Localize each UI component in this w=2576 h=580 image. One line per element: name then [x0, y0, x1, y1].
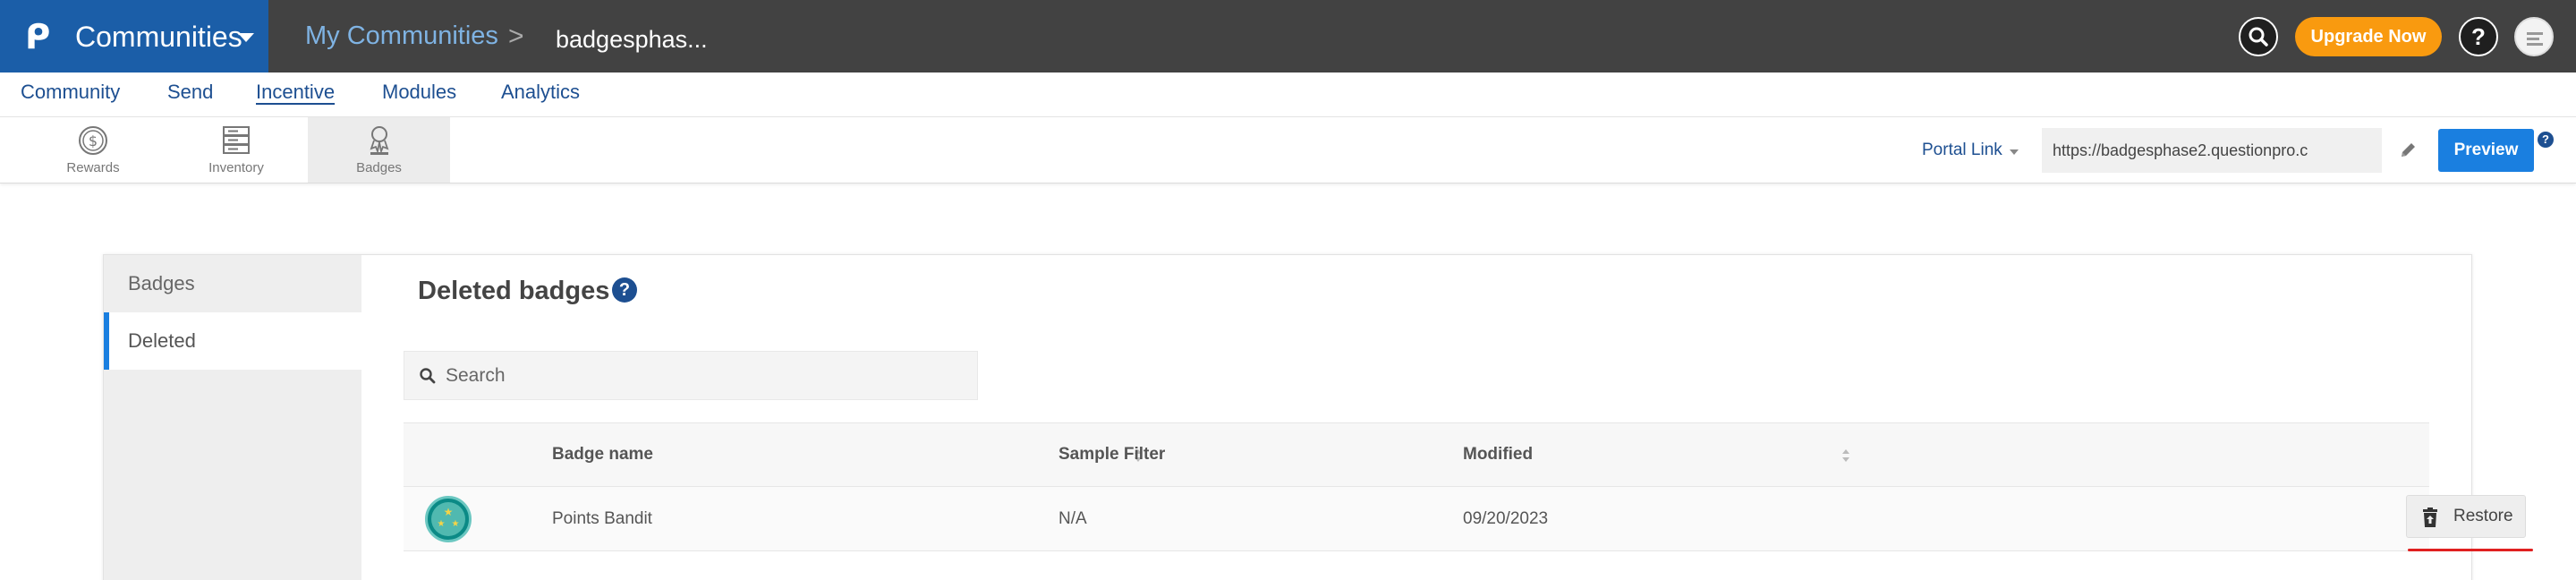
nav-modules[interactable]: Modules — [382, 72, 456, 112]
inventory-icon — [223, 126, 250, 154]
dollar-coin-icon: $ — [79, 126, 107, 155]
main-nav: Community Send Incentive Modules Analyti… — [0, 72, 2576, 117]
search-input[interactable] — [446, 352, 965, 399]
sidebar-item-badges[interactable]: Badges — [104, 255, 361, 312]
search-icon — [420, 368, 436, 384]
column-modified[interactable]: Modified — [1463, 423, 1533, 486]
restore-button[interactable]: Restore — [2406, 495, 2526, 538]
sort-icon[interactable] — [1841, 448, 1850, 463]
badges-sidebar: Badges Deleted — [104, 255, 361, 580]
svg-text:$: $ — [89, 132, 98, 149]
restore-label: Restore — [2453, 507, 2513, 525]
nav-analytics[interactable]: Analytics — [501, 72, 580, 112]
portal-url-field[interactable]: https://badgesphase2.questionpro.c — [2042, 128, 2382, 173]
preview-button[interactable]: Preview — [2438, 129, 2534, 172]
incentive-toolbar: $ Rewards Inventory Badges Portal Link h… — [0, 117, 2576, 183]
table-row: ★ ★ ★ Points Bandit N/A 09/20/2023 Resto… — [404, 487, 2533, 551]
tab-rewards-label: Rewards — [66, 160, 120, 175]
nav-community[interactable]: Community — [21, 72, 120, 112]
pencil-icon[interactable] — [2398, 141, 2418, 160]
breadcrumb-my-communities[interactable]: My Communities — [305, 0, 498, 72]
app-switcher[interactable]: ᑭ Communities — [0, 0, 268, 72]
restore-trash-icon — [2423, 508, 2437, 527]
sidebar-item-deleted[interactable]: Deleted — [104, 312, 361, 370]
breadcrumb-separator: > — [508, 21, 524, 51]
avatar[interactable] — [2514, 17, 2554, 56]
upgrade-now-button[interactable]: Upgrade Now — [2295, 17, 2442, 56]
table-header: Badge name Sample Filter Modified — [404, 422, 2429, 487]
badge-name-cell: Points Bandit — [552, 509, 652, 528]
global-search-button[interactable] — [2239, 17, 2278, 56]
search-icon — [2249, 27, 2268, 47]
tab-inventory-label: Inventory — [208, 160, 264, 175]
badges-panel: Badges Deleted Deleted badges ? Badge na… — [103, 254, 2533, 580]
column-badge-name[interactable]: Badge name — [552, 423, 653, 486]
modified-cell: 09/20/2023 — [1463, 509, 1549, 528]
chevron-down-icon — [238, 33, 254, 42]
tab-badges[interactable]: Badges — [308, 117, 450, 183]
tab-badges-label: Badges — [356, 160, 402, 175]
svg-text:★: ★ — [452, 519, 460, 529]
portal-link-dropdown[interactable]: Portal Link — [1922, 117, 2002, 183]
star-icon: ★ ★ ★ — [438, 506, 460, 529]
help-button[interactable]: ? — [2459, 17, 2498, 56]
badge-image-icon: ★ ★ ★ — [425, 496, 472, 542]
column-sample-filter: Sample Filter — [1058, 445, 1166, 464]
trophy-icon — [370, 126, 388, 155]
questionpro-logo-icon: ᑭ — [25, 17, 51, 56]
breadcrumb-current: badgesphas... — [556, 26, 708, 53]
nav-send[interactable]: Send — [167, 72, 213, 112]
tab-rewards[interactable]: $ Rewards — [40, 117, 146, 183]
tab-inventory[interactable]: Inventory — [183, 117, 289, 183]
app-name: Communities — [75, 21, 242, 53]
chevron-down-icon — [2010, 149, 2019, 155]
preview-help-icon[interactable]: ? — [2538, 132, 2554, 148]
search-field[interactable] — [404, 351, 978, 400]
nav-incentive[interactable]: Incentive — [256, 72, 335, 112]
sample-filter-cell: N/A — [1058, 509, 1087, 528]
annotation-underline — [2408, 549, 2533, 551]
page-title: Deleted badges — [418, 277, 610, 305]
svg-text:★: ★ — [444, 506, 454, 518]
help-icon[interactable]: ? — [612, 277, 637, 303]
svg-text:★: ★ — [438, 519, 446, 529]
top-header: ᑭ Communities My Communities > badgespha… — [0, 0, 2576, 72]
